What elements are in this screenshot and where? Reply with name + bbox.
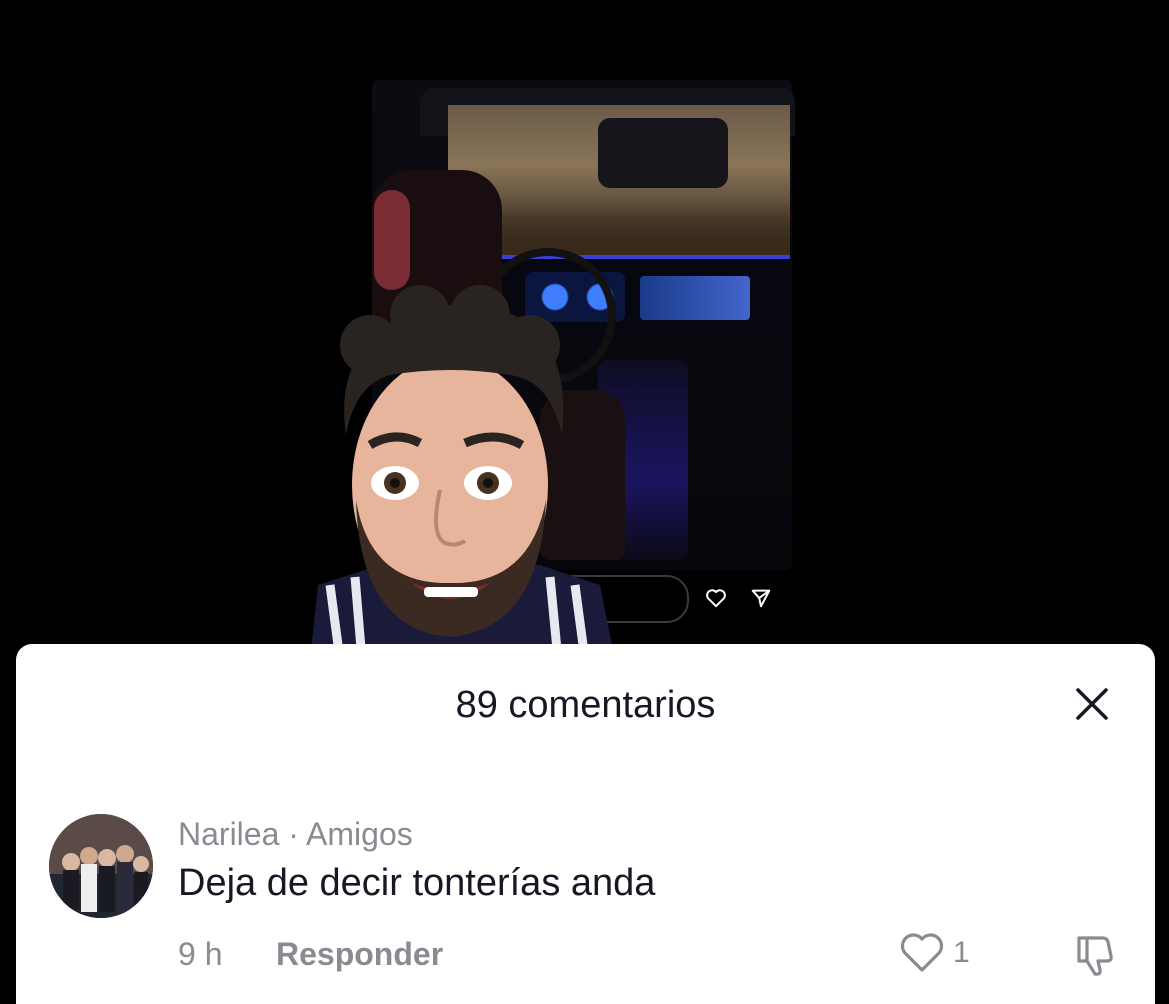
- infotainment-screen: [640, 276, 750, 320]
- comment-author[interactable]: Narilea · Amigos: [178, 816, 413, 853]
- like-count: 1: [953, 936, 970, 969]
- heart-icon: [900, 933, 944, 972]
- comment-text: Deja de decir tonterías anda: [178, 862, 656, 904]
- avatar[interactable]: [49, 814, 153, 918]
- comments-count-title: 89 comentarios: [455, 684, 716, 726]
- send-icon: [748, 585, 774, 611]
- reply-button[interactable]: Responder: [276, 936, 443, 973]
- like-button[interactable]: 1: [899, 932, 970, 974]
- close-button[interactable]: [1068, 680, 1116, 728]
- comments-sheet: 89 comentarios Narilea · Amigos Deja de …: [16, 644, 1155, 1004]
- close-icon: [1076, 688, 1108, 720]
- heart-icon: [703, 585, 729, 611]
- dislike-button[interactable]: [1071, 932, 1117, 983]
- creator-overlay: [310, 285, 615, 660]
- video-player[interactable]: [0, 0, 1169, 660]
- comment-timestamp: 9 h: [178, 936, 223, 972]
- rearview-mirror: [598, 118, 728, 188]
- thumbs-down-icon: [1077, 936, 1113, 976]
- comment-item: Narilea · Amigos Deja de decir tonterías…: [16, 804, 1155, 1004]
